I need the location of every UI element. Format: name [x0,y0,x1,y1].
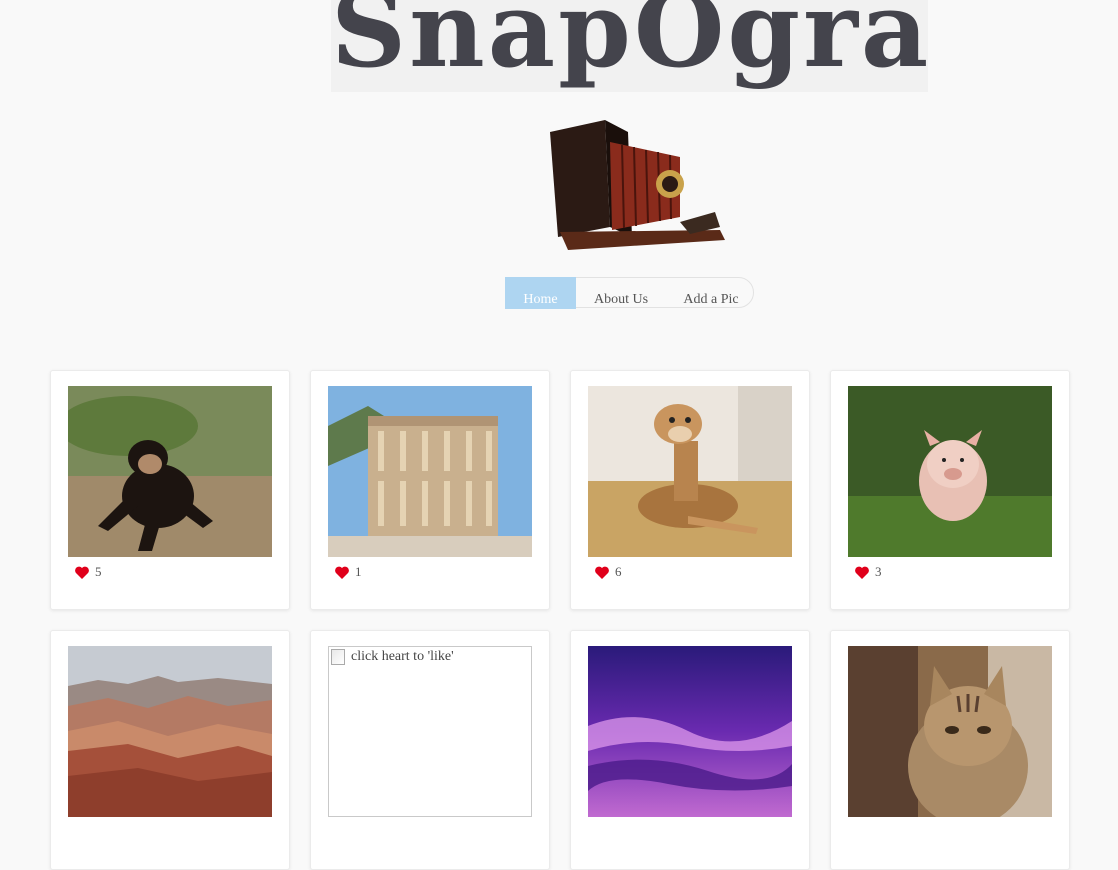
main-nav: Home About Us Add a Pic [505,277,754,309]
site-logo: SnapOgram [331,0,928,91]
post-card [830,630,1070,870]
post-image-piglet[interactable] [848,386,1052,557]
like-counter: 5 [75,564,102,580]
post-image-broken[interactable]: click heart to 'like' [328,646,532,817]
post-card [50,630,290,870]
like-counter: 1 [335,564,362,580]
like-count: 5 [95,564,102,579]
nav-add-a-pic[interactable]: Add a Pic [676,277,746,309]
nav-home[interactable]: Home [505,277,576,309]
post-card: click heart to 'like' [310,630,550,870]
like-count: 3 [875,564,882,579]
camera-illustration [530,112,730,252]
image-alt-text: click heart to 'like' [351,649,454,664]
heart-icon[interactable] [75,566,89,579]
like-count: 6 [615,564,622,579]
post-image-painted-desert[interactable] [68,646,272,817]
post-card: 5 [50,370,290,610]
post-card [570,630,810,870]
logo-banner: SnapOgram [331,0,928,92]
post-card: 3 [830,370,1070,610]
heart-icon[interactable] [855,566,869,579]
like-counter: 6 [595,564,622,580]
like-count: 1 [355,564,362,579]
post-image-library-ruins[interactable] [328,386,532,557]
post-card: 1 [310,370,550,610]
post-image-baby-giraffe[interactable] [588,386,792,557]
like-counter: 3 [855,564,882,580]
broken-image-icon [331,649,345,665]
heart-icon[interactable] [335,566,349,579]
heart-icon[interactable] [595,566,609,579]
nav-about-us[interactable]: About Us [588,277,654,309]
post-card: 6 [570,370,810,610]
post-image-chimpanzee[interactable] [68,386,272,557]
post-image-purple-sky[interactable] [588,646,792,817]
post-image-tabby-cat[interactable] [848,646,1052,817]
